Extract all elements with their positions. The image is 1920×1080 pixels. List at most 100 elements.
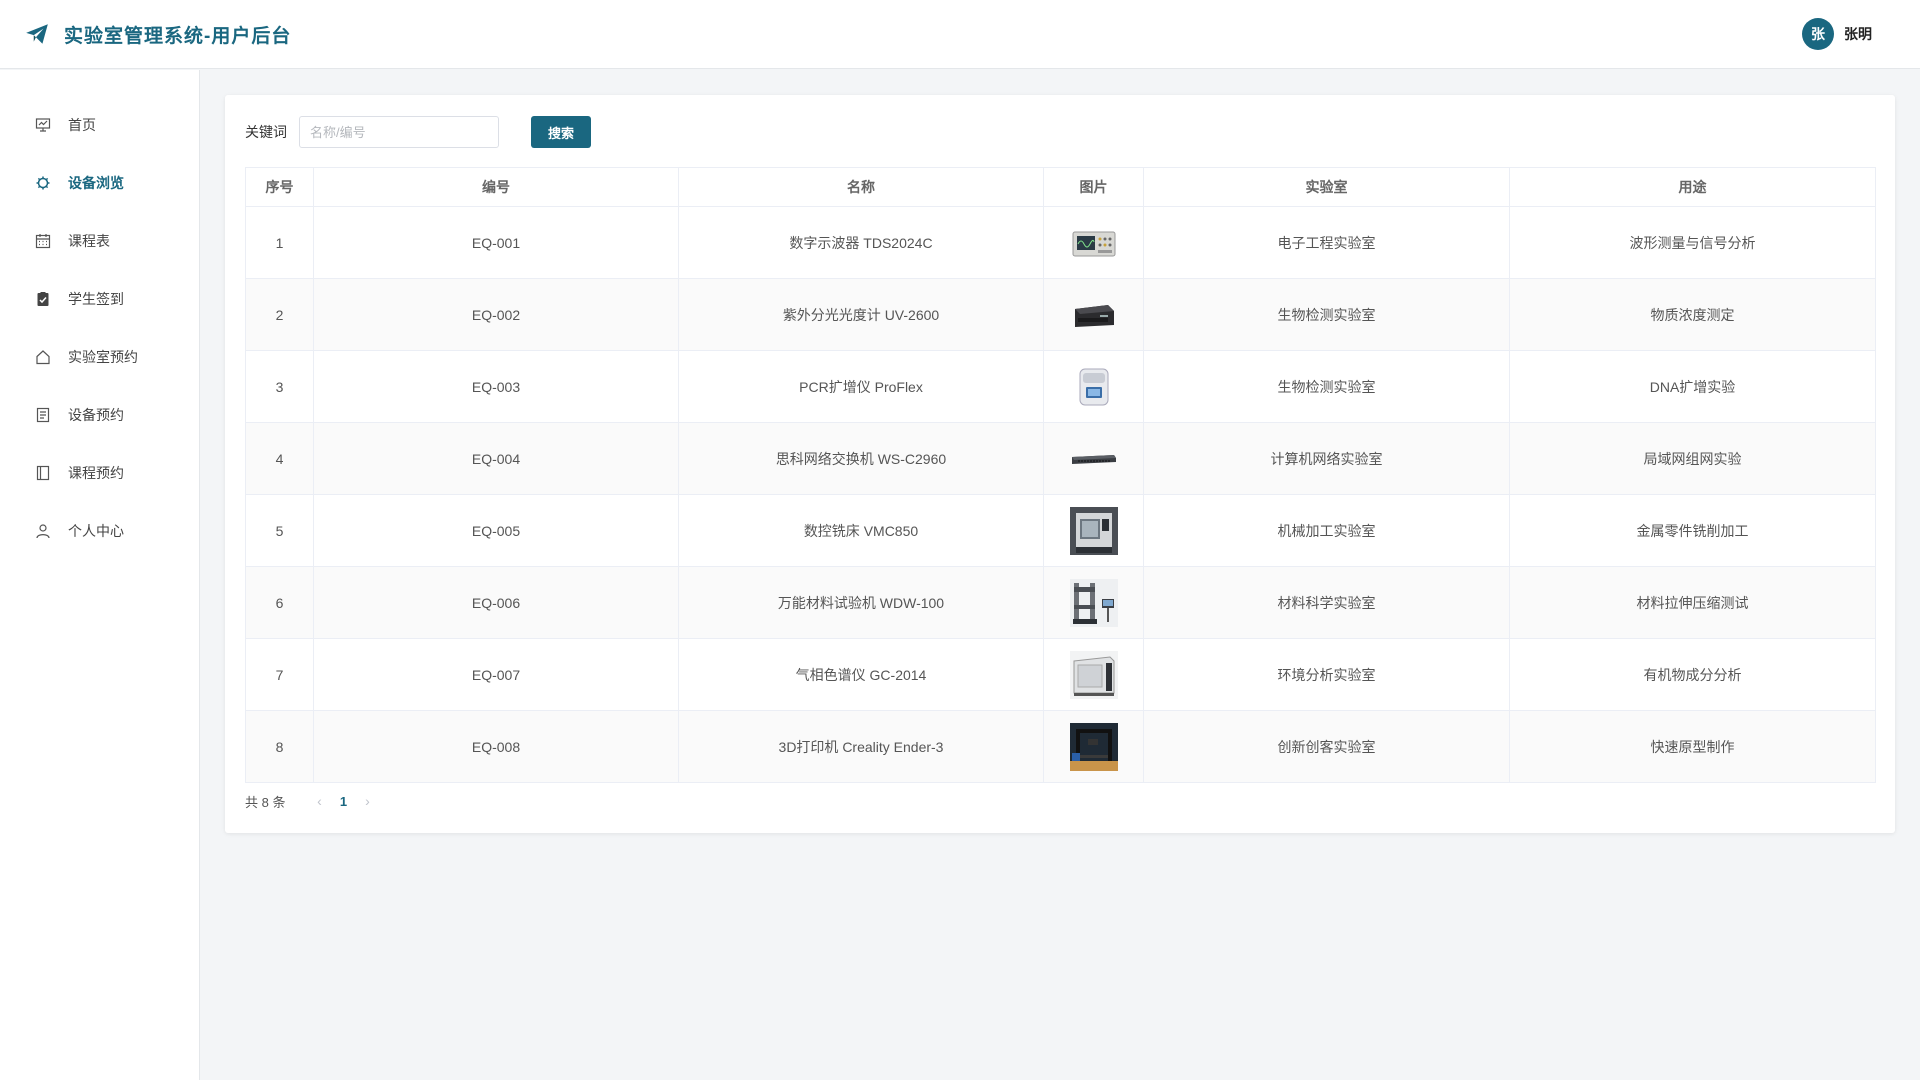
column-header-name: 名称	[678, 167, 1044, 207]
cell-name: 3D打印机 Creality Ender-3	[678, 710, 1044, 783]
user-icon	[34, 522, 52, 540]
user-menu[interactable]: 张 张明	[1802, 18, 1872, 50]
cell-image	[1043, 638, 1144, 711]
page-number-current[interactable]: 1	[329, 794, 357, 809]
equipment-panel: 关键词 搜索 序号 编号 名称 图片 实验室 用途 1 EQ-001 数字示波器…	[225, 95, 1895, 833]
oscilloscope-image	[1072, 231, 1115, 256]
chip-icon	[34, 174, 52, 192]
cell-index: 8	[245, 710, 314, 783]
cell-code: EQ-008	[313, 710, 679, 783]
sidebar-item-label: 学生签到	[68, 291, 124, 307]
cell-index: 1	[245, 206, 314, 279]
column-header-usage: 用途	[1509, 167, 1876, 207]
search-bar: 关键词 搜索	[245, 115, 1875, 149]
cell-image	[1043, 422, 1144, 495]
cell-code: EQ-002	[313, 278, 679, 351]
column-header-code: 编号	[313, 167, 679, 207]
pagination: 共 8 条 ‹ 1 ›	[245, 785, 1875, 817]
cell-image	[1043, 278, 1144, 351]
pcr-machine-image	[1079, 368, 1108, 405]
cnc-mill-image	[1069, 506, 1118, 555]
cell-lab: 电子工程实验室	[1143, 206, 1510, 279]
cell-lab: 环境分析实验室	[1143, 638, 1510, 711]
table-row[interactable]: 2 EQ-002 紫外分光光度计 UV-2600 生物检测实验室 物质浓度测定	[245, 278, 1876, 351]
paper-plane-icon	[24, 21, 50, 47]
table-row[interactable]: 4 EQ-004 思科网络交换机 WS-C2960 计算机网络实验室 局域网组网…	[245, 422, 1876, 495]
equipment-table: 序号 编号 名称 图片 实验室 用途 1 EQ-001 数字示波器 TDS202…	[245, 167, 1876, 783]
cell-index: 6	[245, 566, 314, 639]
cell-image	[1043, 566, 1144, 639]
sidebar-item-label: 设备浏览	[68, 175, 124, 191]
chart-board-icon	[34, 116, 52, 134]
cell-lab: 生物检测实验室	[1143, 278, 1510, 351]
sidebar-item-label: 实验室预约	[68, 349, 138, 365]
search-input[interactable]	[299, 116, 499, 148]
cell-lab: 创新创客实验室	[1143, 710, 1510, 783]
cell-index: 3	[245, 350, 314, 423]
table-row[interactable]: 1 EQ-001 数字示波器 TDS2024C 电子工程实验室 波形测量与信号分…	[245, 206, 1876, 279]
cell-name: 数字示波器 TDS2024C	[678, 206, 1044, 279]
document-icon	[34, 406, 52, 424]
table-header-row: 序号 编号 名称 图片 实验室 用途	[245, 167, 1876, 207]
cell-usage: 局域网组网实验	[1509, 422, 1876, 495]
sidebar-item-checkin[interactable]: 学生签到	[0, 270, 199, 328]
cell-usage: 有机物成分分析	[1509, 638, 1876, 711]
cell-code: EQ-004	[313, 422, 679, 495]
notebook-icon	[34, 464, 52, 482]
cell-lab: 材料科学实验室	[1143, 566, 1510, 639]
cell-lab: 机械加工实验室	[1143, 494, 1510, 567]
gas-chromatograph-image	[1069, 650, 1118, 699]
cell-code: EQ-003	[313, 350, 679, 423]
spectrophotometer-image	[1074, 304, 1114, 327]
sidebar-item-label: 课程预约	[68, 465, 124, 481]
column-header-lab: 实验室	[1143, 167, 1510, 207]
sidebar-item-profile[interactable]: 个人中心	[0, 502, 199, 560]
cell-index: 5	[245, 494, 314, 567]
sidebar-item-home[interactable]: 首页	[0, 96, 199, 154]
sidebar-item-equipment-booking[interactable]: 设备预约	[0, 386, 199, 444]
sidebar: 首页 设备浏览 课程表 学生签到 实验室预约 设备预约 课程预约 个人中心	[0, 70, 200, 1080]
cell-usage: 物质浓度测定	[1509, 278, 1876, 351]
sidebar-item-lab-booking[interactable]: 实验室预约	[0, 328, 199, 386]
sidebar-item-label: 课程表	[68, 233, 110, 249]
table-row[interactable]: 3 EQ-003 PCR扩增仪 ProFlex 生物检测实验室 DNA扩增实验	[245, 350, 1876, 423]
cell-code: EQ-001	[313, 206, 679, 279]
sidebar-item-course-booking[interactable]: 课程预约	[0, 444, 199, 502]
calendar-icon	[34, 232, 52, 250]
table-row[interactable]: 7 EQ-007 气相色谱仪 GC-2014 环境分析实验室 有机物成分分析	[245, 638, 1876, 711]
sidebar-item-label: 首页	[68, 117, 96, 133]
sidebar-item-label: 设备预约	[68, 407, 124, 423]
column-header-image: 图片	[1043, 167, 1144, 207]
pagination-total: 共 8 条	[245, 794, 286, 810]
cell-index: 7	[245, 638, 314, 711]
search-label: 关键词	[245, 124, 287, 140]
table-row[interactable]: 8 EQ-008 3D打印机 Creality Ender-3 创新创客实验室 …	[245, 710, 1876, 783]
cell-usage: 材料拉伸压缩测试	[1509, 566, 1876, 639]
sidebar-item-equipment-browse[interactable]: 设备浏览	[0, 154, 199, 212]
cell-usage: 金属零件铣削加工	[1509, 494, 1876, 567]
avatar[interactable]: 张	[1802, 18, 1834, 50]
prev-page-button[interactable]: ‹	[309, 793, 329, 809]
testing-machine-image	[1069, 578, 1118, 627]
column-header-index: 序号	[245, 167, 314, 207]
user-name[interactable]: 张明	[1844, 24, 1872, 44]
cell-image	[1043, 206, 1144, 279]
cell-usage: 波形测量与信号分析	[1509, 206, 1876, 279]
network-switch-image	[1071, 454, 1116, 464]
table-row[interactable]: 5 EQ-005 数控铣床 VMC850 机械加工实验室 金属零件铣削加工	[245, 494, 1876, 567]
cell-image	[1043, 710, 1144, 783]
cell-usage: 快速原型制作	[1509, 710, 1876, 783]
cell-name: 数控铣床 VMC850	[678, 494, 1044, 567]
cell-index: 2	[245, 278, 314, 351]
sidebar-item-schedule[interactable]: 课程表	[0, 212, 199, 270]
table-row[interactable]: 6 EQ-006 万能材料试验机 WDW-100 材料科学实验室 材料拉伸压缩测…	[245, 566, 1876, 639]
cell-index: 4	[245, 422, 314, 495]
cell-lab: 计算机网络实验室	[1143, 422, 1510, 495]
clipboard-check-icon	[34, 290, 52, 308]
top-header: 实验室管理系统-用户后台 张 张明	[0, 0, 1920, 69]
cell-image	[1043, 494, 1144, 567]
cell-code: EQ-005	[313, 494, 679, 567]
search-button[interactable]: 搜索	[531, 116, 591, 148]
cell-name: 万能材料试验机 WDW-100	[678, 566, 1044, 639]
next-page-button[interactable]: ›	[357, 793, 377, 809]
